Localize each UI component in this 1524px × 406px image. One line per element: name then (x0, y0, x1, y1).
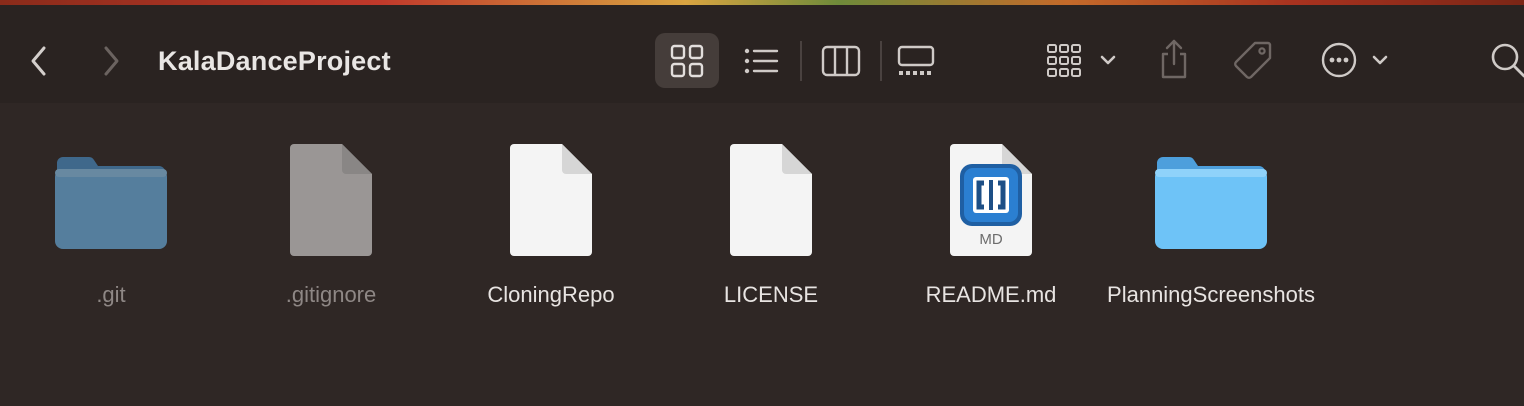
grid-icon (670, 44, 704, 77)
search-button[interactable] (1488, 37, 1524, 83)
window-title: KalaDanceProject (158, 46, 391, 76)
columns-icon (821, 45, 861, 77)
file-item-readme[interactable]: MD README.md (896, 137, 1086, 357)
file-item-git-folder[interactable]: .git (16, 137, 206, 357)
forward-button[interactable] (94, 41, 128, 81)
md-badge: MD (979, 231, 1003, 248)
document-icon (730, 143, 812, 256)
ellipsis-circle-icon (1321, 42, 1388, 78)
file-item-planningscreenshots-folder[interactable]: PlanningScreenshots (1107, 137, 1315, 357)
gallery-view-button[interactable] (893, 41, 939, 81)
group-grid-icon (1047, 44, 1116, 77)
list-icon (744, 48, 779, 74)
file-name: .git (96, 282, 126, 307)
file-item-gitignore[interactable]: .gitignore (236, 137, 426, 357)
list-view-button[interactable] (738, 41, 784, 81)
tag-icon (1234, 41, 1272, 79)
chevron-left-icon (31, 46, 46, 76)
document-icon (510, 143, 592, 256)
group-button[interactable] (1040, 39, 1120, 83)
icon-view-button[interactable] (655, 33, 719, 88)
file-name: CloningRepo (487, 282, 615, 307)
toolbar-divider (800, 41, 802, 81)
share-button[interactable] (1154, 35, 1194, 83)
file-name: README.md (925, 282, 1057, 307)
share-icon (1161, 39, 1187, 79)
file-name: PlanningScreenshots (1107, 282, 1315, 307)
more-actions-button[interactable] (1316, 37, 1390, 83)
file-item-cloningrepo[interactable]: CloningRepo (456, 137, 646, 357)
file-name: LICENSE (723, 282, 819, 307)
document-icon (290, 143, 372, 256)
chevron-right-icon (104, 46, 119, 76)
gallery-icon (897, 45, 935, 75)
folder-icon (1155, 156, 1267, 249)
toolbar-divider (880, 41, 882, 81)
folder-icon (55, 156, 167, 249)
file-item-license[interactable]: LICENSE (676, 137, 866, 357)
file-name: .gitignore (285, 282, 377, 307)
back-button[interactable] (22, 41, 56, 81)
tag-button[interactable] (1230, 37, 1276, 83)
finder-toolbar: KalaDanceProject (0, 5, 1524, 103)
column-view-button[interactable] (816, 41, 866, 81)
search-icon (1491, 43, 1524, 78)
